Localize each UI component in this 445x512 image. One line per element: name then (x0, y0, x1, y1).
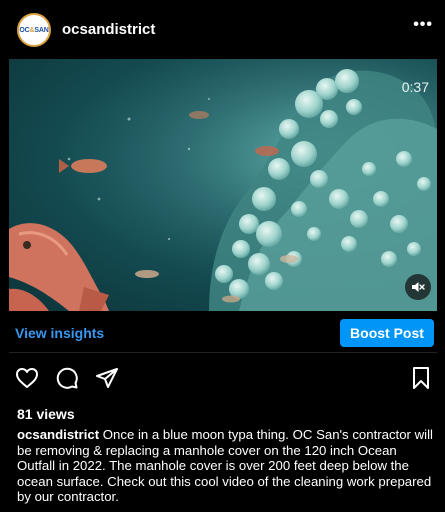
video-duration: 0:37 (401, 79, 429, 95)
heart-icon[interactable] (13, 364, 41, 392)
caption: ocsandistrict Once in a blue moon typa t… (17, 427, 435, 505)
view-insights-link[interactable]: View insights (15, 325, 104, 341)
post-container: OC&SAN ocsandistrict ••• 0:37 View insig… (9, 4, 437, 512)
ellipsis-icon[interactable]: ••• (413, 16, 433, 34)
bookmark-icon[interactable] (407, 364, 435, 392)
avatar[interactable]: OC&SAN (17, 13, 51, 47)
view-count[interactable]: 81 views (17, 406, 75, 422)
boost-post-button[interactable]: Boost Post (340, 319, 434, 347)
insights-bar: View insights Boost Post (9, 314, 437, 353)
speaker-muted-icon[interactable] (405, 274, 431, 300)
post-video[interactable]: 0:37 (9, 59, 437, 311)
comment-icon[interactable] (53, 364, 81, 392)
caption-username[interactable]: ocsandistrict (17, 427, 99, 442)
instagram-post-frame: OC&SAN ocsandistrict ••• 0:37 View insig… (0, 0, 445, 512)
avatar-logo: OC&SAN (19, 26, 49, 34)
post-header: OC&SAN ocsandistrict ••• (9, 4, 437, 56)
share-icon[interactable] (93, 364, 121, 392)
username[interactable]: ocsandistrict (62, 21, 155, 38)
action-bar (9, 358, 437, 394)
underwater-scene (9, 59, 437, 311)
